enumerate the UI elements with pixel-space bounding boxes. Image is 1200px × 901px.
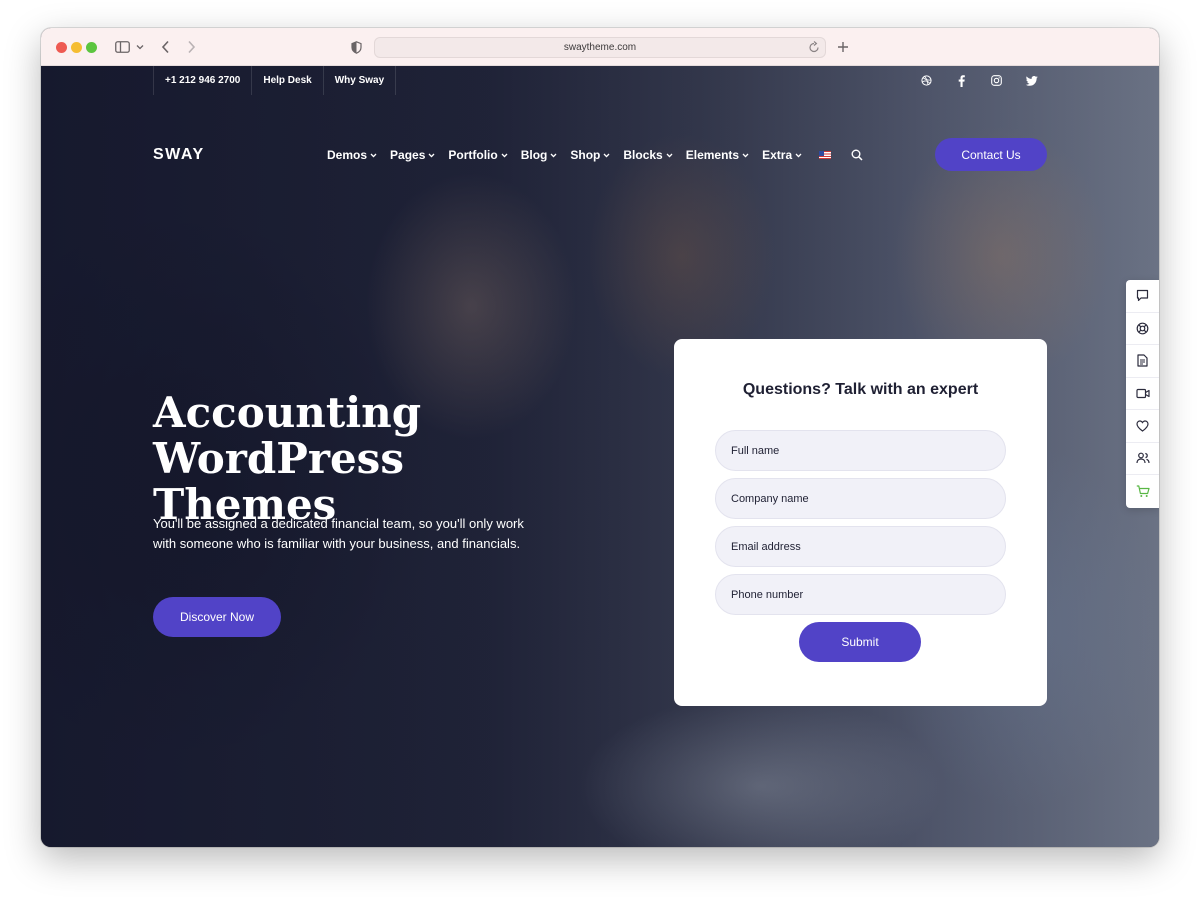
nav-item-pages[interactable]: Pages <box>390 148 435 162</box>
browser-window: swaytheme.com +1 212 946 2700 Help Desk … <box>41 28 1159 847</box>
top-info-bar: +1 212 946 2700 Help Desk Why Sway <box>153 66 397 95</box>
chevron-down-icon <box>666 153 673 158</box>
us-flag-language-icon[interactable] <box>819 151 832 159</box>
full-name-input[interactable] <box>715 430 1006 471</box>
chevron-down-icon <box>370 153 377 158</box>
nav-item-extra[interactable]: Extra <box>762 148 802 162</box>
address-bar[interactable]: swaytheme.com <box>374 37 826 58</box>
video-icon[interactable] <box>1126 378 1159 410</box>
nav-label: Shop <box>570 148 601 162</box>
main-navigation: Demos Pages Portfolio Blog Shop Blocks E… <box>327 147 863 163</box>
chevron-down-icon <box>428 153 435 158</box>
close-window-button[interactable] <box>56 42 67 53</box>
phone-number-input[interactable] <box>715 574 1006 615</box>
instagram-icon[interactable] <box>979 66 1014 95</box>
nav-label: Portfolio <box>448 148 498 162</box>
document-icon[interactable] <box>1126 345 1159 378</box>
nav-label: Extra <box>762 148 793 162</box>
reload-icon[interactable] <box>808 40 820 57</box>
cart-icon[interactable] <box>1126 475 1159 508</box>
dribbble-icon[interactable] <box>909 66 944 95</box>
users-icon[interactable] <box>1126 443 1159 475</box>
nav-item-portfolio[interactable]: Portfolio <box>448 148 508 162</box>
heart-icon[interactable] <box>1126 410 1159 443</box>
contact-form-card: Questions? Talk with an expert Submit <box>674 339 1047 706</box>
nav-label: Blog <box>520 148 548 162</box>
chat-icon[interactable] <box>1126 280 1159 313</box>
why-sway-link[interactable]: Why Sway <box>322 66 397 95</box>
nav-label: Demos <box>327 148 368 162</box>
nav-item-elements[interactable]: Elements <box>686 148 749 162</box>
browser-toolbar: swaytheme.com <box>41 28 1159 66</box>
hero-title: Accounting WordPress Themes <box>153 390 653 528</box>
form-title: Questions? Talk with an expert <box>742 381 979 398</box>
facebook-icon[interactable] <box>944 66 979 95</box>
discover-now-button[interactable]: Discover Now <box>153 597 281 637</box>
help-desk-link[interactable]: Help Desk <box>251 66 322 95</box>
hero-subtitle-line-1: You'll be assigned a dedicated financial… <box>153 516 524 531</box>
nav-label: Elements <box>685 148 740 162</box>
submit-button[interactable]: Submit <box>799 622 921 662</box>
chevron-down-icon <box>742 153 749 158</box>
chevron-down-icon <box>550 153 557 158</box>
chevron-down-icon[interactable] <box>135 37 145 57</box>
chevron-down-icon <box>603 153 610 158</box>
website-viewport: +1 212 946 2700 Help Desk Why Sway SWAY … <box>41 66 1159 847</box>
hero-subtitle: You'll be assigned a dedicated financial… <box>153 514 553 554</box>
chevron-down-icon <box>501 153 508 158</box>
back-arrow-icon[interactable] <box>158 37 172 57</box>
forward-arrow-icon[interactable] <box>184 37 198 57</box>
chevron-down-icon <box>795 153 802 158</box>
nav-item-shop[interactable]: Shop <box>570 148 610 162</box>
nav-label: Blocks <box>623 148 663 162</box>
url-text: swaytheme.com <box>563 42 637 53</box>
nav-item-demos[interactable]: Demos <box>327 148 377 162</box>
nav-label: Pages <box>390 148 426 162</box>
contact-us-button[interactable]: Contact Us <box>935 138 1047 171</box>
privacy-shield-icon[interactable] <box>348 37 364 57</box>
phone-number-link[interactable]: +1 212 946 2700 <box>153 66 251 95</box>
lifebuoy-icon[interactable] <box>1126 313 1159 345</box>
social-links <box>909 66 1049 95</box>
new-tab-icon[interactable] <box>835 37 851 57</box>
company-name-input[interactable] <box>715 478 1006 519</box>
twitter-icon[interactable] <box>1014 66 1049 95</box>
zoom-window-button[interactable] <box>86 42 97 53</box>
hero-title-line-1: Accounting WordPress <box>153 388 422 483</box>
search-icon[interactable] <box>851 149 863 161</box>
email-address-input[interactable] <box>715 526 1006 567</box>
minimize-window-button[interactable] <box>71 42 82 53</box>
nav-item-blog[interactable]: Blog <box>521 148 558 162</box>
side-dock <box>1126 280 1159 508</box>
site-logo[interactable]: SWAY <box>153 146 205 164</box>
hero-subtitle-line-2: with someone who is familiar with your b… <box>153 536 521 551</box>
sidebar-toggle-icon[interactable] <box>113 37 131 57</box>
nav-item-blocks[interactable]: Blocks <box>623 148 673 162</box>
